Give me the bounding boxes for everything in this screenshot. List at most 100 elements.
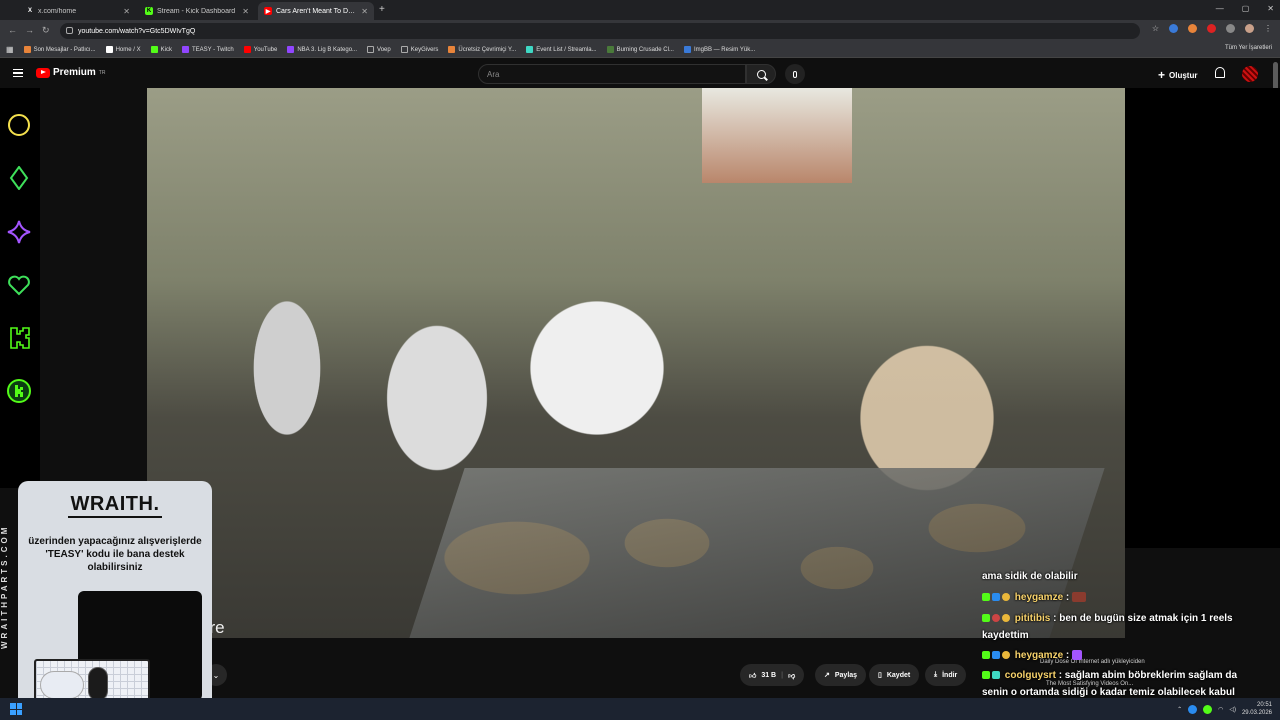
subscriber-badge-icon <box>992 671 1000 680</box>
chat-message: heygamze : <box>982 589 1257 606</box>
kick-badge-icon <box>982 671 990 680</box>
video-scene-background <box>702 88 852 183</box>
maximize-icon[interactable]: ▢ <box>1242 4 1250 13</box>
hamburger-menu-icon[interactable] <box>13 69 23 77</box>
bookmark[interactable]: ImgBB — Resim Yük... <box>683 46 756 53</box>
close-icon[interactable]: ✕ <box>361 7 368 16</box>
share-button[interactable]: ↗ Paylaş <box>815 664 867 686</box>
voice-search-button[interactable] <box>785 64 805 84</box>
bookmark[interactable]: Kick <box>150 46 172 53</box>
kebab-menu-icon[interactable]: ⋮ <box>1264 24 1272 33</box>
tray-app-icon[interactable] <box>1188 704 1198 714</box>
forward-icon[interactable]: → <box>25 25 34 35</box>
minimize-icon[interactable]: — <box>1216 4 1224 13</box>
youtube-icon: ▶ <box>264 7 272 15</box>
bookmark-icon <box>181 46 189 53</box>
bookmark[interactable]: Ücretsiz Çevrimiçi Y... <box>448 46 516 53</box>
bookmark-folder[interactable]: Voep <box>367 46 391 53</box>
download-icon: ⤓ <box>934 671 938 678</box>
bookmark-folder[interactable]: KeyGivers <box>400 46 438 53</box>
new-tab-button[interactable]: + <box>379 4 385 15</box>
kick-badge-icon <box>982 651 990 660</box>
chat-username: coolguysrt <box>1004 670 1056 681</box>
bookmark[interactable]: Home / X <box>105 46 141 53</box>
tray-app-icon[interactable] <box>1203 704 1213 714</box>
moderator-badge-icon <box>992 614 1000 623</box>
tab-x[interactable]: X x.com/home ✕ <box>20 2 136 20</box>
profile-icon[interactable] <box>1245 24 1254 33</box>
bookmark-icon <box>448 46 456 53</box>
extension-icon[interactable] <box>1188 24 1197 33</box>
bookmark-label: ImgBB — Resim Yük... <box>693 46 756 53</box>
share-icon: ↗ <box>824 672 830 679</box>
emote-icon <box>1072 592 1087 603</box>
like-button[interactable]: 👍︎ 31 B | 👎︎ <box>740 664 805 686</box>
bookmark-icon: ▯ <box>878 672 882 679</box>
bookmark[interactable]: Son Mesajlar - Patlıcı... <box>23 46 96 53</box>
tab-title: x.com/home <box>38 7 77 15</box>
chat-username: pititibis <box>1014 613 1051 624</box>
subscriber-badge-icon <box>992 593 1000 602</box>
back-icon[interactable]: ← <box>8 25 17 35</box>
x-icon: X <box>27 8 32 14</box>
kick-icon <box>10 327 30 349</box>
sponsor-side-text: WRAITHPARTS.COM <box>0 524 9 650</box>
chat-message: pititibis : ben de bugün size atmak için… <box>982 610 1257 644</box>
video-player[interactable] <box>147 88 1125 638</box>
extension-icon[interactable] <box>1169 24 1178 33</box>
like-count: 31 B <box>761 671 777 679</box>
close-icon[interactable]: ✕ <box>123 7 130 16</box>
kick-circle-icon <box>7 379 31 403</box>
star-icon[interactable]: ☆ <box>1152 24 1159 33</box>
thumbs-down-icon[interactable]: 👎︎ <box>788 671 795 680</box>
all-bookmarks[interactable]: Tüm Yer İşaretleri <box>1225 45 1272 51</box>
windows-start-icon[interactable] <box>10 703 22 715</box>
bookmark-icon <box>150 46 158 53</box>
extension-icon[interactable] <box>1226 24 1235 33</box>
notifications-bell-icon[interactable] <box>1215 67 1225 78</box>
chat-text: : <box>1065 592 1070 603</box>
bookmark[interactable]: Burning Crusade Cl... <box>606 46 674 53</box>
stream-overlay-icons <box>0 88 40 488</box>
search-icon <box>756 69 766 79</box>
search-input[interactable]: Ara <box>478 64 746 84</box>
folder-icon <box>367 46 375 53</box>
kick-icon: K <box>145 7 153 15</box>
bookmark-icon <box>243 46 251 53</box>
controller-image <box>40 671 84 699</box>
tab-kick[interactable]: K Stream - Kick Dashboard ✕ <box>139 2 255 20</box>
volume-icon[interactable]: ◁) <box>1229 706 1236 713</box>
reload-icon[interactable]: ↻ <box>42 25 50 36</box>
bookmark[interactable]: YouTube <box>243 46 277 53</box>
clock[interactable]: 20:51 29.03.2026 <box>1242 701 1272 717</box>
youtube-logo[interactable]: Premium TR <box>36 67 105 78</box>
chat-text: : <box>1065 650 1070 661</box>
create-button[interactable]: + Oluştur <box>1158 68 1197 82</box>
close-icon[interactable]: ✕ <box>242 7 249 16</box>
apps-icon[interactable]: ▦ <box>6 45 14 54</box>
search-button[interactable] <box>746 64 776 84</box>
time: 20:51 <box>1256 702 1272 708</box>
save-button[interactable]: ▯ Kaydet <box>869 664 920 686</box>
extensions-area: ☆ ⋮ <box>1152 24 1272 33</box>
bookmark[interactable]: NBA 3. Lig B Katego... <box>287 46 357 53</box>
gift-badge-icon <box>1002 593 1010 602</box>
extension-icon[interactable] <box>1207 24 1216 33</box>
site-info-icon[interactable] <box>66 27 73 34</box>
tab-title: Stream - Kick Dashboard <box>157 7 236 15</box>
close-window-icon[interactable]: ✕ <box>1267 4 1274 13</box>
avatar[interactable] <box>1242 66 1258 82</box>
chevron-up-icon[interactable]: ⌃ <box>1177 706 1182 713</box>
network-icon[interactable]: ◠ <box>1218 706 1223 713</box>
bookmark-label: Home / X <box>115 46 141 53</box>
download-button[interactable]: ⤓ İndir <box>925 664 967 686</box>
url-field[interactable]: youtube.com/watch?v=Gtc5DWIvTgQ <box>60 23 1140 39</box>
sponsor-text: üzerinden yapacağınız alışverişlerde 'TE… <box>28 536 202 573</box>
tab-youtube[interactable]: ▶ Cars Aren't Meant To Do That ✕ <box>258 2 374 20</box>
microphone-icon <box>793 70 797 78</box>
bookmark-label: Kick <box>160 46 172 53</box>
gift-badge-icon <box>1002 651 1010 660</box>
bookmark[interactable]: TEASY - Twitch <box>181 46 234 53</box>
bookmark[interactable]: Event List / Streamla... <box>526 46 597 53</box>
bookmark-icon <box>606 46 614 53</box>
